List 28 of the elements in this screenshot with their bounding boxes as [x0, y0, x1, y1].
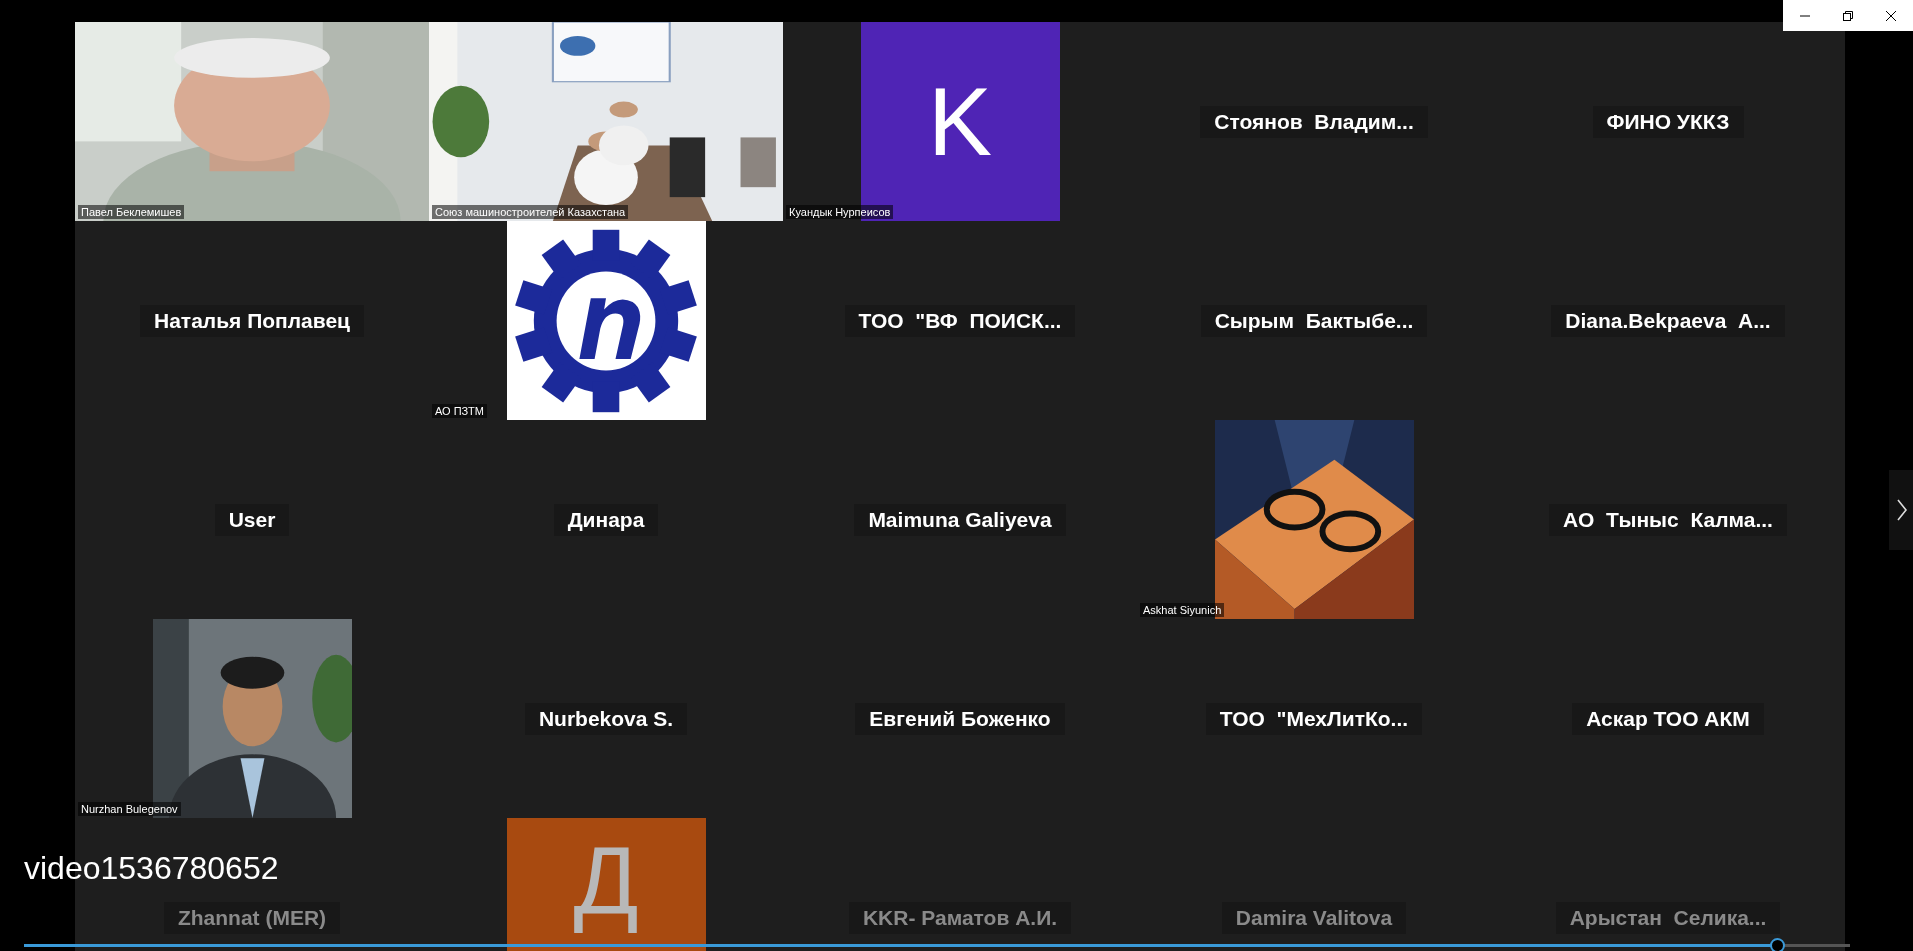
- participant-name: АО ПЗТМ: [432, 404, 487, 418]
- close-icon[interactable]: [1885, 9, 1898, 22]
- restore-icon[interactable]: [1842, 9, 1854, 22]
- participant-name: Наталья Поплавец: [140, 304, 364, 337]
- participant-name: Сырым Бактыбе...: [1200, 304, 1428, 337]
- participant-name: Павел Беклемишев: [78, 205, 185, 219]
- participant-name: Nurbekova S.: [524, 702, 688, 735]
- participant-name: Nurzhan Bulegenov: [78, 802, 181, 816]
- participant-name: ФИНО УККЗ: [1592, 105, 1744, 138]
- participant-name: Арыстан Селика...: [1555, 901, 1781, 934]
- next-page-icon[interactable]: [1889, 470, 1913, 550]
- participant-name: ТОО "МехЛитКо...: [1205, 702, 1423, 735]
- participant-name: KKR- Раматов А.И.: [848, 901, 1072, 934]
- participant-name: Динара: [553, 503, 659, 536]
- participant-name: Куандык Нурпеисов: [786, 205, 894, 219]
- participant-name: Damira Valitova: [1221, 901, 1407, 934]
- participant-name: ТОО "ВФ ПОИСК...: [844, 304, 1076, 337]
- participant-name: Стоянов Владим...: [1200, 105, 1428, 138]
- participant-name: Аскар ТОО АКМ: [1572, 702, 1764, 735]
- participant-name: User: [214, 503, 290, 536]
- video-title: video1536780652: [24, 850, 279, 887]
- participant-name: Союз машиностроителей Казахстана: [432, 205, 629, 219]
- participant-name: Zhannat (MER): [163, 901, 341, 934]
- participant-name: АО Тыныс Калма...: [1549, 503, 1787, 536]
- participant-name: Евгений Боженко: [855, 702, 1065, 735]
- participant-name: Maimuna Galiyeva: [854, 503, 1066, 536]
- participant-name: Askhat Siyunich: [1140, 603, 1225, 617]
- participant-name: Diana.Bekpaeva А...: [1551, 304, 1785, 337]
